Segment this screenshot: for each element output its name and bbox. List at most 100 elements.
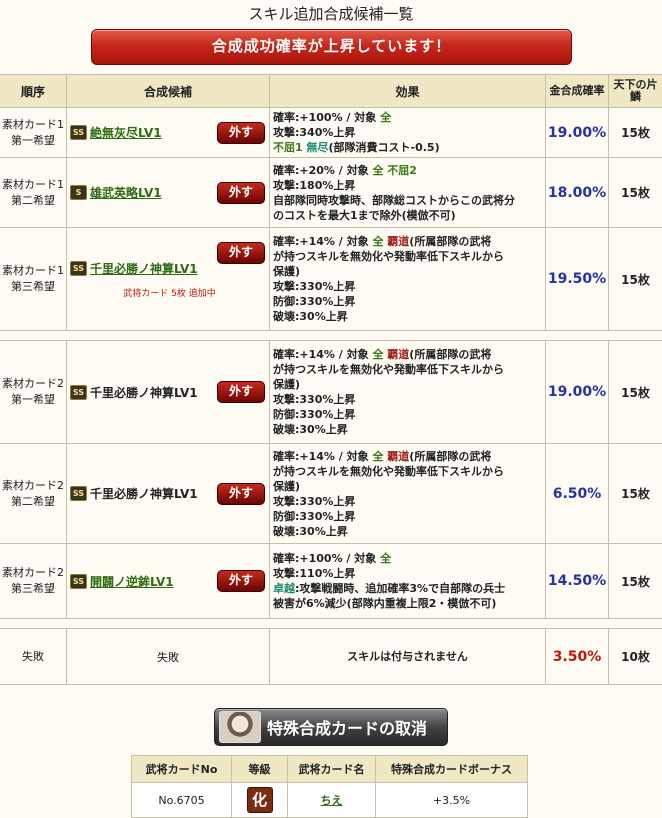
effect-text: 攻撃:340%上昇 bbox=[273, 126, 355, 139]
effect-line: 不屈1 無尽(部隊消費コスト-0.5) bbox=[273, 140, 542, 155]
effect-line: 卓越:攻撃戦闘時、追加確率3%で自部隊の兵士 bbox=[273, 581, 542, 596]
cancel-special-card-button[interactable]: 特殊合成カードの取消 bbox=[214, 708, 448, 746]
effect-text: 覇道 bbox=[387, 348, 409, 361]
effect-text: が持つスキルを無効化や発動率低下スキルから bbox=[273, 250, 504, 263]
order-preference: 第一希望 bbox=[0, 392, 66, 408]
effect-line: 攻撃:340%上昇 bbox=[273, 125, 542, 140]
order-preference: 第三希望 bbox=[0, 581, 66, 597]
skill-link[interactable]: 雄武英略LV1 bbox=[90, 184, 162, 201]
effect-line: 攻撃:330%上昇 bbox=[273, 279, 542, 294]
page-title: スキル追加合成候補一覧 bbox=[0, 3, 662, 24]
effect-line: 保護) bbox=[273, 377, 542, 392]
grade-badge: 化 bbox=[247, 787, 273, 813]
slots-cell: 15枚 bbox=[609, 158, 662, 228]
effect-text: 全 bbox=[380, 552, 391, 565]
slots-cell: 15枚 bbox=[609, 444, 662, 544]
card-info-table: 武将カードNo 等級 武将カード名 特殊合成カードボーナス No.6705 化 … bbox=[131, 755, 528, 818]
effect-line: 確率:+100% / 対象 全 bbox=[273, 551, 542, 566]
effect-text: 防御:330%上昇 bbox=[273, 295, 355, 308]
header-candidate: 合成候補 bbox=[67, 75, 270, 108]
rate-cell: 19.00% bbox=[546, 341, 609, 444]
skill-link[interactable]: 開闢ノ逆鉾LV1 bbox=[90, 573, 174, 590]
remove-button[interactable]: 外す bbox=[217, 381, 265, 403]
effect-line: 攻撃:110%上昇 bbox=[273, 566, 542, 581]
effect-line: 保護) bbox=[273, 479, 542, 494]
rank-badge: SS bbox=[70, 486, 87, 501]
effect-cell: 確率:+14% / 対象 全 覇道(所属部隊の武将が持つスキルを無効化や発動率低… bbox=[270, 228, 546, 331]
card-name-link[interactable]: ちえ bbox=[321, 794, 343, 807]
remove-button[interactable]: 外す bbox=[217, 483, 265, 505]
candidate-cell: SS千里必勝ノ神算LV1外す bbox=[67, 341, 270, 444]
remove-button[interactable]: 外す bbox=[217, 122, 265, 144]
order-cell: 素材カード2第二希望 bbox=[0, 444, 67, 544]
effect-line: 防御:330%上昇 bbox=[273, 407, 542, 422]
order-material: 素材カード1 bbox=[0, 263, 66, 279]
section-separator bbox=[0, 619, 662, 629]
effect-line: 攻撃:330%上昇 bbox=[273, 494, 542, 509]
candidate-row: 素材カード2第二希望SS千里必勝ノ神算LV1外す確率:+14% / 対象 全 覇… bbox=[0, 444, 662, 544]
effect-line: 保護) bbox=[273, 264, 542, 279]
effect-text: 破壊:30%上昇 bbox=[273, 525, 348, 538]
card-bonus: +3.5% bbox=[376, 783, 528, 818]
rate-cell: 19.00% bbox=[546, 108, 609, 158]
effect-text: 不屈2 bbox=[387, 164, 417, 177]
rank-badge: SS bbox=[70, 261, 87, 276]
candidate-table: 順序 合成候補 効果 金合成確率 天下の片鱗 素材カード1第一希望SS絶無灰尽L… bbox=[0, 74, 662, 685]
candidate-cell: SS絶無灰尽LV1 外す bbox=[67, 108, 270, 158]
effect-cell: 確率:+14% / 対象 全 覇道(所属部隊の武将が持つスキルを無効化や発動率低… bbox=[270, 341, 546, 444]
effect-line: 防御:330%上昇 bbox=[273, 294, 542, 309]
note-text: 武将カード 5枚 追加中 bbox=[70, 286, 269, 299]
effect-text: が持つスキルを無効化や発動率低下スキルから bbox=[273, 363, 504, 376]
effect-text: 全 bbox=[380, 111, 391, 124]
effect-line: 自部隊同時攻撃時、部隊総コストからこの武将分 bbox=[273, 193, 542, 208]
effect-text: 攻撃:330%上昇 bbox=[273, 280, 355, 293]
remove-button[interactable]: 外す bbox=[217, 182, 265, 204]
effect-text: 卓越 bbox=[273, 582, 295, 595]
rank-badge: S bbox=[70, 185, 87, 200]
order-material: 素材カード1 bbox=[0, 177, 66, 193]
effect-text: 被害が6%減少(部隊内重複上限2・模倣不可) bbox=[273, 597, 496, 610]
fail-effect: スキルは付与されません bbox=[270, 629, 546, 685]
separator-cell bbox=[0, 619, 662, 629]
effect-cell: 確率:+100% / 対象 全攻撃:340%上昇不屈1 無尽(部隊消費コスト-0… bbox=[270, 108, 546, 158]
header-rate: 金合成確率 bbox=[546, 75, 609, 108]
card-header-no: 武将カードNo bbox=[132, 756, 232, 783]
header-effect: 効果 bbox=[270, 75, 546, 108]
skill-link[interactable]: 千里必勝ノ神算LV1 bbox=[90, 260, 198, 277]
skill-link: 千里必勝ノ神算LV1 bbox=[90, 485, 198, 502]
card-header-grade: 等級 bbox=[232, 756, 288, 783]
remove-button[interactable]: 外す bbox=[217, 570, 265, 592]
effect-text: 確率:+14% / 対象 bbox=[273, 348, 372, 361]
order-material: 素材カード2 bbox=[0, 478, 66, 494]
rate-cell: 19.50% bbox=[546, 228, 609, 331]
rank-badge: SS bbox=[70, 125, 87, 140]
order-cell: 素材カード1第二希望 bbox=[0, 158, 67, 228]
effect-text: 自部隊同時攻撃時、部隊総コストからこの武将分 bbox=[273, 194, 515, 207]
remove-button[interactable]: 外す bbox=[217, 242, 265, 264]
fail-slots: 10枚 bbox=[609, 629, 662, 685]
effect-line: のコストを最大1まで除外(模倣不可) bbox=[273, 208, 542, 223]
effect-text: 無尽 bbox=[307, 141, 329, 154]
effect-text: (所属部隊の武将 bbox=[409, 235, 491, 248]
effect-line: 破壊:30%上昇 bbox=[273, 309, 542, 324]
success-rate-banner: 合成成功確率が上昇しています！ bbox=[91, 29, 572, 65]
card-header-name: 武将カード名 bbox=[288, 756, 376, 783]
effect-text: 覇道 bbox=[387, 235, 409, 248]
effect-text: 確率:+20% / 対象 bbox=[273, 164, 372, 177]
separator-cell bbox=[0, 331, 662, 341]
candidate-cell: S雄武英略LV1 外す bbox=[67, 158, 270, 228]
effect-text: (所属部隊の武将 bbox=[409, 450, 491, 463]
effect-cell: 確率:+100% / 対象 全攻撃:110%上昇卓越:攻撃戦闘時、追加確率3%で… bbox=[270, 544, 546, 619]
header-slots: 天下の片鱗 bbox=[609, 75, 662, 108]
effect-text: 確率:+14% / 対象 bbox=[273, 235, 372, 248]
section-separator bbox=[0, 331, 662, 341]
order-preference: 第二希望 bbox=[0, 494, 66, 510]
effect-line: 攻撃:330%上昇 bbox=[273, 392, 542, 407]
skill-link[interactable]: 絶無灰尽LV1 bbox=[90, 124, 162, 141]
effect-line: 確率:+100% / 対象 全 bbox=[273, 110, 542, 125]
effect-text: 全 bbox=[372, 164, 383, 177]
effect-line: 攻撃:180%上昇 bbox=[273, 178, 542, 193]
skill-link: 千里必勝ノ神算LV1 bbox=[90, 384, 198, 401]
order-preference: 第一希望 bbox=[0, 133, 66, 149]
cancel-button-label: 特殊合成カードの取消 bbox=[267, 715, 427, 739]
